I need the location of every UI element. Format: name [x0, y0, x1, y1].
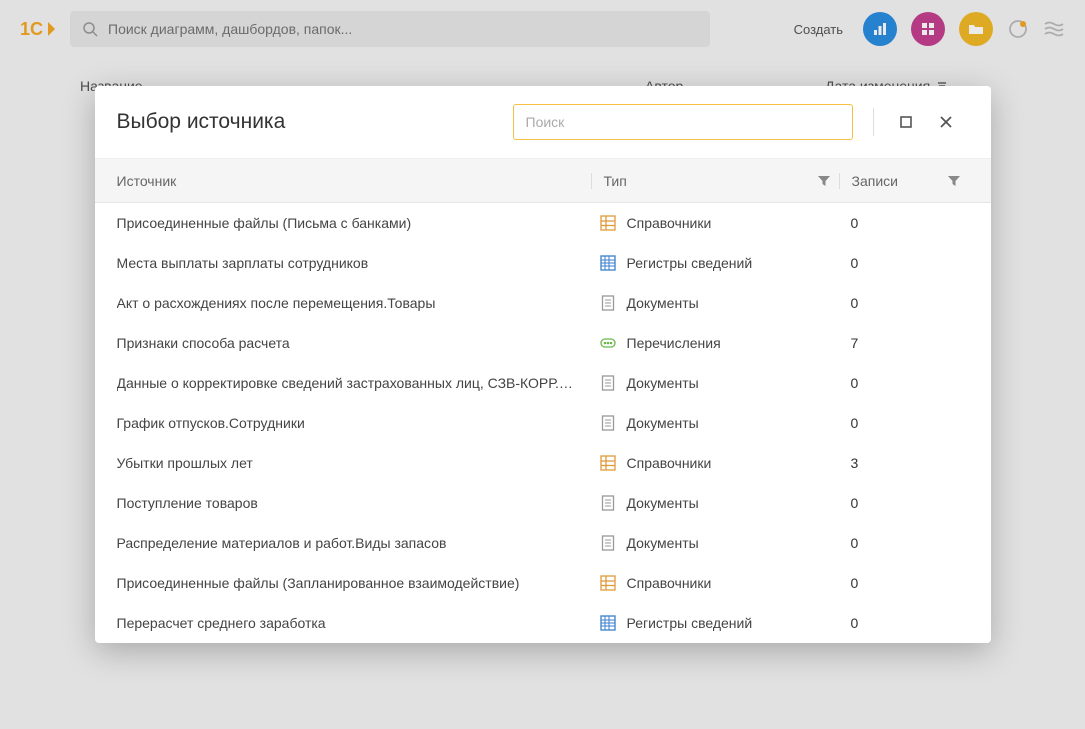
enum-icon — [599, 334, 617, 352]
divider — [873, 108, 874, 136]
filter-icon[interactable] — [947, 174, 961, 188]
table-row[interactable]: Перерасчет среднего заработка Регистры св… — [95, 603, 991, 643]
cell-type-label: Перечисления — [627, 335, 721, 351]
cell-records: 0 — [839, 415, 969, 431]
close-icon — [938, 114, 954, 130]
table-row[interactable]: Присоединенные файлы (Запланированное вз… — [95, 563, 991, 603]
cell-type-label: Документы — [627, 375, 699, 391]
cell-records: 0 — [839, 375, 969, 391]
cell-type-label: Документы — [627, 535, 699, 551]
cell-source: Данные о корректировке сведений застрахо… — [117, 375, 591, 391]
catalog-icon — [599, 454, 617, 472]
table-row[interactable]: Места выплаты зарплаты сотрудников Регист… — [95, 243, 991, 283]
table-row[interactable]: Убытки прошлых лет Справочники 3 — [95, 443, 991, 483]
cell-source: График отпусков.Сотрудники — [117, 415, 591, 431]
maximize-icon — [898, 114, 914, 130]
cell-type: Документы — [591, 374, 839, 392]
cell-type: Документы — [591, 294, 839, 312]
cell-records: 0 — [839, 215, 969, 231]
catalog-icon — [599, 214, 617, 232]
cell-type: Регистры сведений — [591, 254, 839, 272]
table-body: Присоединенные файлы (Письма с банками) С… — [95, 203, 991, 643]
modal-header: Выбор источника — [95, 86, 991, 159]
column-type[interactable]: Тип — [591, 173, 839, 189]
column-source[interactable]: Источник — [117, 173, 591, 189]
column-type-label: Тип — [604, 173, 627, 189]
cell-type-label: Документы — [627, 495, 699, 511]
cell-records: 0 — [839, 575, 969, 591]
register-icon — [599, 614, 617, 632]
cell-type: Справочники — [591, 214, 839, 232]
close-button[interactable] — [934, 110, 958, 134]
document-icon — [599, 534, 617, 552]
cell-source: Убытки прошлых лет — [117, 455, 591, 471]
cell-source: Присоединенные файлы (Письма с банками) — [117, 215, 591, 231]
cell-source: Поступление товаров — [117, 495, 591, 511]
column-records[interactable]: Записи — [839, 173, 969, 189]
cell-source: Акт о расхождениях после перемещения.Тов… — [117, 295, 591, 311]
cell-source: Места выплаты зарплаты сотрудников — [117, 255, 591, 271]
modal-title: Выбор источника — [117, 110, 497, 134]
table-row[interactable]: Распределение материалов и работ.Виды за… — [95, 523, 991, 563]
table-row[interactable]: Признаки способа расчета Перечисления 7 — [95, 323, 991, 363]
maximize-button[interactable] — [894, 110, 918, 134]
modal-overlay: Выбор источника Источник Тип — [0, 0, 1085, 729]
cell-source: Присоединенные файлы (Запланированное вз… — [117, 575, 591, 591]
cell-type: Документы — [591, 414, 839, 432]
table-row[interactable]: График отпусков.Сотрудники Документы 0 — [95, 403, 991, 443]
document-icon — [599, 374, 617, 392]
cell-type-label: Справочники — [627, 455, 712, 471]
cell-type-label: Справочники — [627, 575, 712, 591]
table-row[interactable]: Поступление товаров Документы 0 — [95, 483, 991, 523]
filter-icon[interactable] — [817, 174, 831, 188]
cell-source: Признаки способа расчета — [117, 335, 591, 351]
table-row[interactable]: Присоединенные файлы (Письма с банками) С… — [95, 203, 991, 243]
cell-type: Документы — [591, 494, 839, 512]
document-icon — [599, 294, 617, 312]
cell-type-label: Справочники — [627, 215, 712, 231]
modal-search-input[interactable] — [513, 104, 853, 140]
cell-type-label: Регистры сведений — [627, 615, 753, 631]
cell-records: 0 — [839, 295, 969, 311]
column-records-label: Записи — [852, 173, 898, 189]
cell-records: 0 — [839, 615, 969, 631]
cell-records: 0 — [839, 255, 969, 271]
cell-type-label: Документы — [627, 415, 699, 431]
cell-records: 3 — [839, 455, 969, 471]
source-select-modal: Выбор источника Источник Тип — [95, 86, 991, 643]
cell-type: Регистры сведений — [591, 614, 839, 632]
cell-source: Распределение материалов и работ.Виды за… — [117, 535, 591, 551]
cell-type: Документы — [591, 534, 839, 552]
cell-type-label: Документы — [627, 295, 699, 311]
catalog-icon — [599, 574, 617, 592]
cell-records: 0 — [839, 495, 969, 511]
document-icon — [599, 414, 617, 432]
cell-records: 7 — [839, 335, 969, 351]
cell-type: Справочники — [591, 454, 839, 472]
table-header: Источник Тип Записи — [95, 159, 991, 203]
modal-search — [513, 104, 853, 140]
cell-records: 0 — [839, 535, 969, 551]
cell-type: Перечисления — [591, 334, 839, 352]
register-icon — [599, 254, 617, 272]
document-icon — [599, 494, 617, 512]
cell-type-label: Регистры сведений — [627, 255, 753, 271]
table-row[interactable]: Акт о расхождениях после перемещения.Тов… — [95, 283, 991, 323]
cell-type: Справочники — [591, 574, 839, 592]
table-row[interactable]: Данные о корректировке сведений застрахо… — [95, 363, 991, 403]
cell-source: Перерасчет среднего заработка — [117, 615, 591, 631]
